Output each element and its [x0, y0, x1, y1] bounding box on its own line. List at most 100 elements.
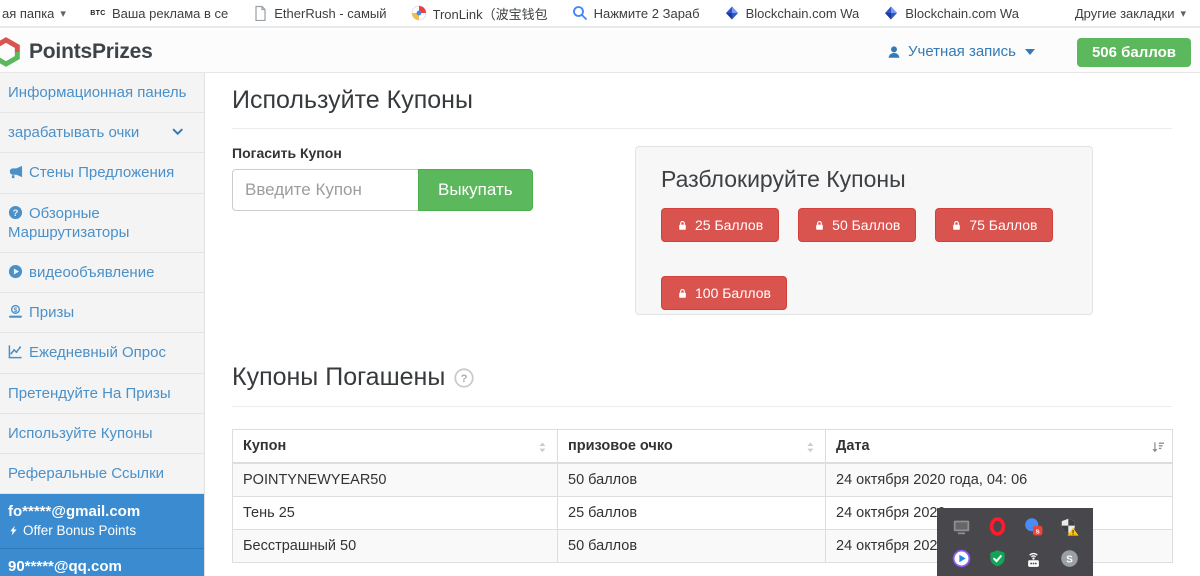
bookmark-item[interactable]: ая папка▾	[2, 6, 66, 21]
redeem-button[interactable]: Выкупать	[418, 169, 533, 211]
question-circle-icon: ?	[8, 205, 23, 220]
bookmark-label: EtherRush - самый	[274, 6, 386, 21]
unlock-coupon-button[interactable]: 75 Баллов	[935, 208, 1053, 242]
system-tray-popup: sS	[937, 508, 1093, 576]
table-cell: Бесстрашный 50	[233, 530, 558, 563]
table-column-header[interactable]: Купон	[233, 430, 558, 464]
points-badge[interactable]: 506 баллов	[1077, 38, 1191, 67]
sidebar-items: Информационная панель зарабатывать очкиСт…	[0, 73, 204, 494]
lock-icon	[951, 219, 962, 232]
sidebar-item[interactable]: Реферальные Ссылки	[0, 454, 204, 494]
bookmark-item[interactable]: Blockchain.com Wa	[724, 5, 860, 21]
table-cell: 50 баллов	[558, 530, 826, 563]
table-column-header[interactable]: призовое очко	[558, 430, 826, 464]
unlock-coupon-button[interactable]: 100 Баллов	[661, 276, 787, 310]
radio-icon[interactable]	[1024, 549, 1043, 568]
sidebar-item-label: Призы	[29, 304, 74, 321]
svg-text:$: $	[14, 307, 18, 314]
sidebar-item[interactable]: Информационная панель	[0, 73, 204, 113]
table-header-row: Купонпризовое очко Дата	[233, 430, 1173, 464]
other-bookmarks-button[interactable]: Другие закладки ▾	[1075, 6, 1186, 21]
bolt-icon	[8, 524, 19, 537]
sidebar-item[interactable]: Ежедневный Опрос	[0, 333, 204, 373]
sidebar-item[interactable]: Претендуйте На Призы	[0, 374, 204, 414]
megaphone-icon	[8, 164, 23, 179]
coupon-input[interactable]	[232, 169, 418, 211]
history-title-text: Купоны Погашены	[232, 363, 445, 392]
monitor-icon[interactable]	[952, 517, 971, 536]
btc-icon: BTC	[90, 5, 106, 21]
unlock-coupon-button[interactable]: 50 Баллов	[798, 208, 916, 242]
sidebar-item-label: видеообъявление	[29, 264, 154, 281]
sidebar-item[interactable]: Используйте Купоны	[0, 414, 204, 454]
table-cell: Тень 25	[233, 497, 558, 530]
sidebar-item[interactable]: зарабатывать очки	[0, 113, 204, 153]
history-title: Купоны Погашены ?	[232, 363, 474, 392]
sidebar-item-label: Реферальные Ссылки	[8, 465, 164, 482]
table-cell: 25 баллов	[558, 497, 826, 530]
pointsprizes-logo-icon	[0, 37, 25, 67]
dropdown-arrow-icon: ▾	[1180, 7, 1186, 20]
table-row: POINTYNEWYEAR5050 баллов24 октября 2020 …	[233, 463, 1173, 497]
table-column-header[interactable]: Дата	[826, 430, 1173, 464]
unlock-button-label: 25 Баллов	[695, 217, 763, 233]
chevron-down-icon	[1023, 45, 1037, 59]
bookmark-item[interactable]: Нажмите 2 Зараб	[572, 5, 700, 21]
opera-icon[interactable]	[988, 517, 1007, 536]
account-offer-label: Offer Bonus Points	[23, 523, 136, 538]
svg-text:S: S	[1066, 554, 1073, 565]
bookmark-label: TronLink（波宝钱包	[433, 4, 548, 23]
account-menu[interactable]: Учетная запись	[887, 43, 1037, 60]
play-circle-icon	[8, 264, 23, 279]
media-player-icon[interactable]	[952, 549, 971, 568]
sidebar-item-label: Претендуйте На Призы	[8, 385, 171, 402]
bookmark-item[interactable]: TronLink（波宝钱包	[411, 4, 548, 23]
lock-icon	[677, 219, 688, 232]
person-icon	[887, 45, 901, 59]
sidebar-item[interactable]: ?Обзорные Маршрутизаторы	[0, 194, 204, 253]
svg-text:?: ?	[461, 373, 468, 385]
sort-icon	[536, 440, 550, 455]
redeem-coupon-label: Погасить Купон	[232, 145, 342, 161]
sidebar-account-block[interactable]: fo*****@gmail.comOffer Bonus Points	[0, 494, 204, 549]
sidebar-item[interactable]: $ Призы	[0, 293, 204, 333]
antivirus-shield-icon[interactable]	[988, 549, 1007, 568]
other-bookmarks-label: Другие закладки	[1075, 6, 1175, 21]
unlock-button-label: 75 Баллов	[969, 217, 1037, 233]
sidebar-item-label: Используйте Купоны	[8, 425, 153, 442]
svg-text:?: ?	[13, 207, 19, 217]
sort-icon	[804, 440, 818, 455]
page-title: Используйте Купоны	[232, 86, 473, 115]
lock-icon	[677, 287, 688, 300]
table-cell: 24 октября 2020 года, 04: 06	[826, 463, 1173, 497]
chart-icon	[8, 344, 23, 359]
tronlink-icon	[411, 5, 427, 21]
chat-app-icon[interactable]: s	[1024, 517, 1043, 536]
skype-icon[interactable]: S	[1060, 549, 1079, 568]
unlock-button-label: 50 Баллов	[832, 217, 900, 233]
sidebar-item[interactable]: Стены Предложения	[0, 153, 204, 193]
defender-warning-icon[interactable]	[1060, 517, 1079, 536]
account-offer: Offer Bonus Points	[8, 523, 196, 538]
brand[interactable]: PointsPrizes	[0, 37, 153, 67]
account-email: 90*****@qq.com	[8, 558, 196, 575]
sidebar-item-label: Ежедневный Опрос	[29, 344, 166, 361]
table-cell: 50 баллов	[558, 463, 826, 497]
bookmark-label: Blockchain.com Wa	[905, 6, 1019, 21]
bookmark-item[interactable]: Blockchain.com Wa	[883, 5, 1019, 21]
column-label: Дата	[836, 438, 870, 454]
bookmark-item[interactable]: BTC Ваша реклама в се	[90, 5, 228, 21]
page-icon	[252, 5, 268, 21]
unlock-coupon-button[interactable]: 25 Баллов	[661, 208, 779, 242]
help-icon[interactable]: ?	[454, 368, 474, 388]
svg-text:s: s	[1035, 526, 1039, 535]
redeem-input-group: Выкупать	[232, 169, 533, 211]
bookmark-label: Ваша реклама в се	[112, 6, 228, 21]
sidebar-account-block[interactable]: 90*****@qq.comOffer Bonus Points	[0, 549, 204, 576]
bookmark-item[interactable]: EtherRush - самый	[252, 5, 386, 21]
sidebar-item-label: Информационная панель	[8, 84, 186, 101]
site-header: PointsPrizes Учетная запись 506 баллов	[0, 30, 1200, 73]
sort-descending-icon	[1151, 440, 1165, 455]
unlock-coupons-panel: Разблокируйте Купоны 25 Баллов50 Баллов7…	[635, 146, 1093, 315]
sidebar-item[interactable]: видеообъявление	[0, 253, 204, 293]
